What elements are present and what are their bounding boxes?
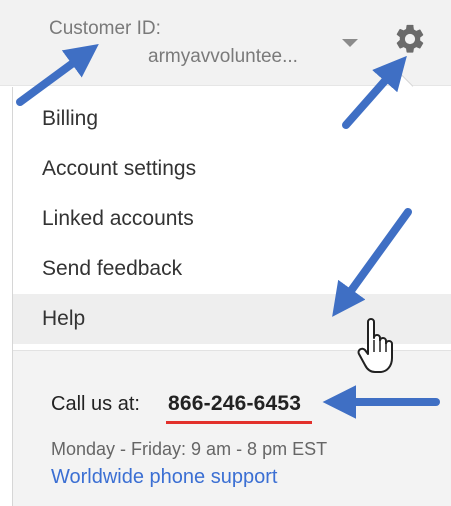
- menu-item-account-settings[interactable]: Account settings: [13, 144, 451, 194]
- account-menu-screenshot: Customer ID: armyavvoluntee... Billing A…: [0, 0, 451, 506]
- customer-id-label: Customer ID:: [49, 18, 161, 39]
- support-panel: Call us at: 866-246-6453 Monday - Friday…: [13, 350, 451, 506]
- support-hours: Monday - Friday: 9 am - 8 pm EST: [51, 439, 328, 459]
- settings-button[interactable]: [389, 18, 431, 60]
- phone-number: 866-246-6453: [168, 392, 302, 415]
- gear-icon: [396, 24, 424, 53]
- account-dropdown-menu: Billing Account settings Linked accounts…: [12, 87, 451, 506]
- account-header: Customer ID: armyavvoluntee...: [0, 0, 451, 86]
- customer-id-value[interactable]: armyavvoluntee...: [148, 46, 298, 68]
- phone-underline: [166, 421, 312, 424]
- call-us-label: Call us at:: [51, 393, 140, 415]
- menu-item-billing[interactable]: Billing: [13, 94, 451, 144]
- worldwide-phone-support-link[interactable]: Worldwide phone support: [51, 466, 277, 489]
- menu-item-linked-accounts[interactable]: Linked accounts: [13, 194, 451, 244]
- menu-item-help[interactable]: Help: [13, 294, 451, 344]
- chevron-down-icon[interactable]: [342, 39, 358, 47]
- menu-item-send-feedback[interactable]: Send feedback: [13, 244, 451, 294]
